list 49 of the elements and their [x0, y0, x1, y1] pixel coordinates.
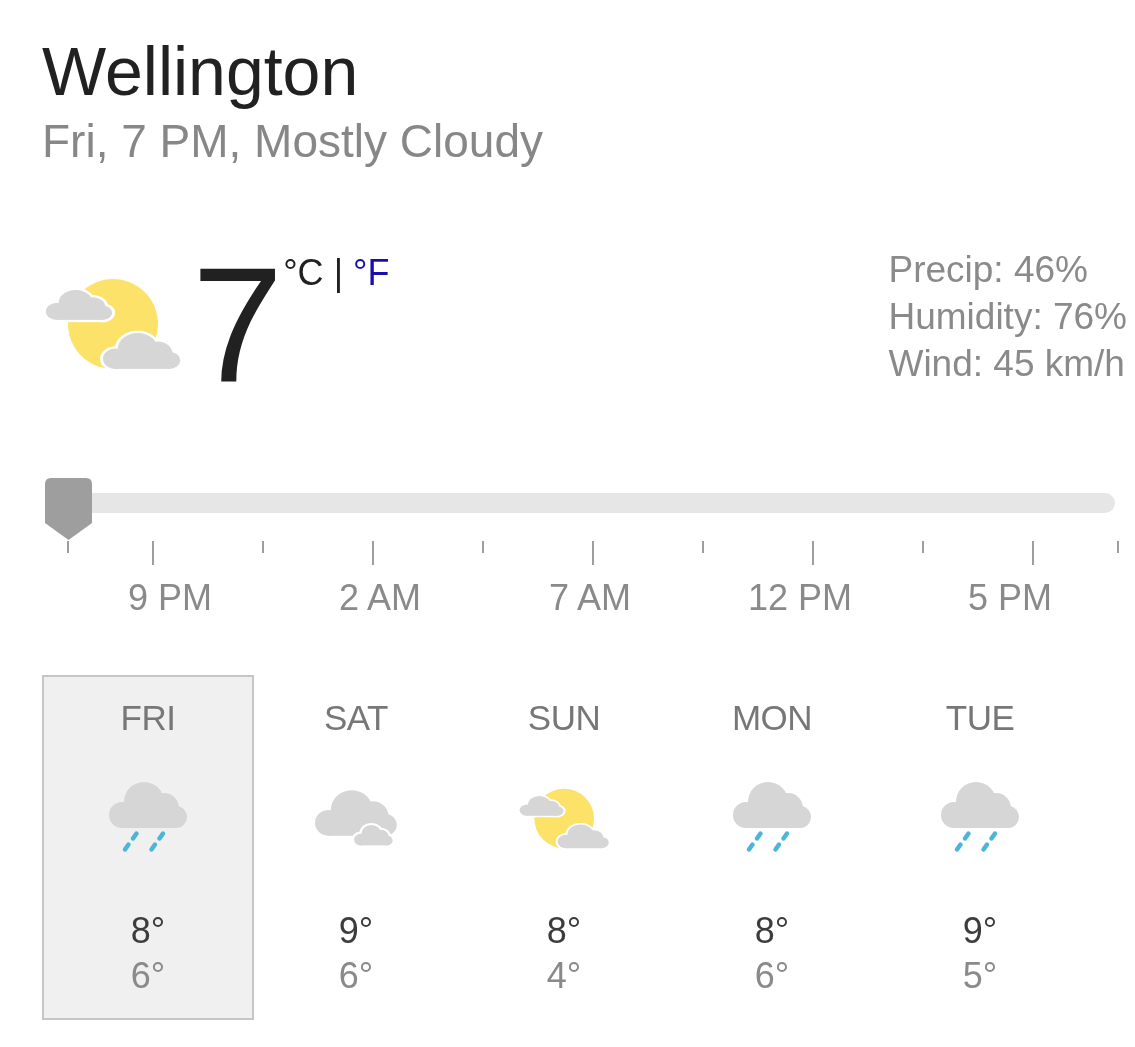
high-temperature: 8° [754, 909, 790, 953]
weather-summary: Fri, 7 PM, Mostly Cloudy [42, 115, 543, 167]
day-name: SAT [324, 698, 388, 738]
low-temperature: 5° [962, 954, 998, 998]
low-temperature: 6° [338, 954, 374, 998]
day-name: MON [731, 698, 813, 738]
unit-option[interactable]: °C [283, 253, 324, 293]
tick-mark [922, 541, 924, 553]
tick-mark [152, 541, 154, 565]
day-tab[interactable]: FRI 8° 6° [42, 675, 254, 1020]
weather-detail: Humidity: 76% [888, 295, 1127, 339]
sun-cloud-icon [518, 787, 610, 849]
unit-separator: | [333, 253, 343, 293]
tick-mark [1117, 541, 1119, 553]
high-temperature: 9° [338, 909, 374, 953]
tick-mark [702, 541, 704, 553]
day-name: FRI [120, 698, 176, 738]
tick-mark [1032, 541, 1034, 565]
rain-cloud-icon [940, 782, 1020, 854]
high-temperature: 8° [546, 909, 582, 953]
low-temperature: 6° [754, 954, 790, 998]
high-temperature: 9° [962, 909, 998, 953]
location-title: Wellington [42, 33, 359, 109]
time-label: 9 PM [128, 578, 212, 618]
weather-detail: Precip: 46% [888, 248, 1088, 292]
tick-mark [262, 541, 264, 553]
unit-option[interactable]: °F [353, 253, 390, 293]
clouds-icon [313, 790, 399, 846]
time-label: 5 PM [968, 578, 1052, 618]
tick-mark [482, 541, 484, 553]
current-temperature: 7 [192, 243, 284, 407]
rain-cloud-icon [108, 782, 188, 854]
tick-mark [592, 541, 594, 565]
weather-detail: Wind: 45 km/h [888, 342, 1125, 386]
tick-mark [67, 541, 69, 553]
time-label: 2 AM [338, 578, 421, 618]
low-temperature: 4° [546, 954, 582, 998]
tick-mark [812, 541, 814, 565]
day-name: TUE [945, 698, 1015, 738]
rain-cloud-icon [732, 782, 812, 854]
high-temperature: 8° [130, 909, 166, 953]
sun-cloud-icon [45, 278, 182, 370]
time-label: 7 AM [548, 578, 631, 618]
time-label: 12 PM [747, 578, 852, 618]
timeline-slider[interactable] [45, 478, 1115, 540]
tick-mark [372, 541, 374, 565]
slider-handle[interactable] [45, 478, 92, 540]
low-temperature: 6° [130, 954, 166, 998]
day-name: SUN [527, 698, 601, 738]
